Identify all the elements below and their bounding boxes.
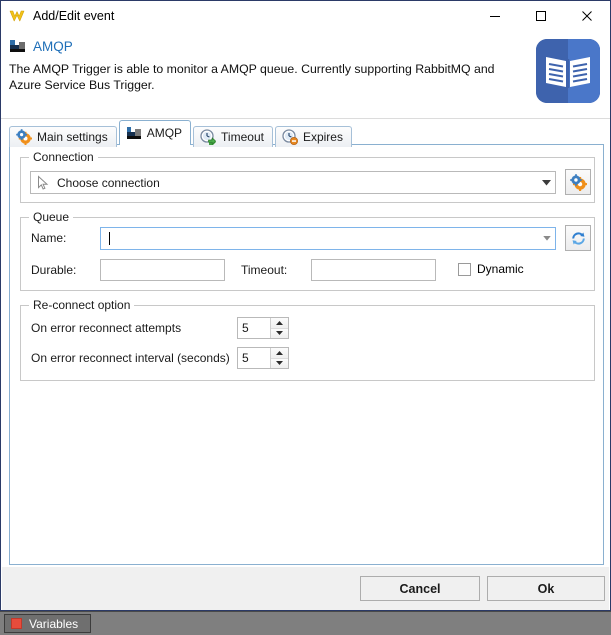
- app-logo-v-icon: [9, 10, 25, 22]
- tab-label: Timeout: [221, 130, 264, 144]
- queue-timeout-label: Timeout:: [241, 263, 288, 277]
- title-bar: Add/Edit event: [1, 1, 610, 31]
- clock-green-arrow-icon: [200, 129, 217, 145]
- close-button[interactable]: [564, 1, 610, 31]
- connection-settings-button[interactable]: [565, 169, 591, 195]
- amqp-bar-chart-icon: [126, 127, 141, 139]
- queue-dynamic-checkbox[interactable]: [458, 262, 471, 276]
- connection-combobox-value: Choose connection: [57, 175, 160, 190]
- reconnect-interval-label: On error reconnect interval (seconds): [31, 351, 230, 365]
- ok-button[interactable]: Ok: [487, 576, 605, 601]
- chevron-up-icon: [276, 350, 283, 355]
- spinner-buttons: [270, 348, 288, 368]
- spinner-up-button[interactable]: [271, 318, 288, 329]
- reconnect-interval-spinner[interactable]: 5: [237, 347, 289, 369]
- refresh-icon: [571, 231, 585, 245]
- tab-strip: Main settings AMQP Timeout Expires: [9, 120, 354, 147]
- spinner-down-button[interactable]: [271, 358, 288, 368]
- queue-name-combobox[interactable]: [100, 227, 556, 250]
- red-square-icon: [11, 618, 22, 629]
- dialog-window: Add/Edit event AMQP The AMQP Trigger is …: [0, 0, 611, 611]
- variables-button-label: Variables: [29, 616, 79, 631]
- spinner-down-button[interactable]: [271, 328, 288, 338]
- queue-dynamic-checkbox-row[interactable]: Dynamic: [458, 262, 524, 276]
- dialog-footer: Cancel Ok: [2, 567, 609, 610]
- reconnect-attempts-label: On error reconnect attempts: [31, 321, 182, 335]
- window-controls: [472, 1, 610, 31]
- close-icon: [582, 11, 592, 21]
- cancel-button[interactable]: Cancel: [360, 576, 480, 601]
- header-description: The AMQP Trigger is able to monitor a AM…: [9, 62, 495, 92]
- tab-timeout[interactable]: Timeout: [193, 126, 273, 147]
- chevron-down-icon[interactable]: [538, 172, 555, 193]
- reconnect-group: Re-connect option On error reconnect att…: [20, 298, 595, 381]
- chevron-up-icon: [276, 320, 283, 325]
- tab-label: Main settings: [37, 130, 108, 144]
- connection-group: Connection Choose connection: [20, 150, 595, 203]
- header-title-row: AMQP: [9, 39, 73, 54]
- window-title: Add/Edit event: [33, 9, 115, 23]
- reconnect-group-label: Re-connect option: [29, 298, 135, 312]
- chevron-down-icon: [276, 361, 283, 366]
- tab-content-panel: Connection Choose connection Queue Name:…: [9, 144, 604, 565]
- header-badge: [536, 39, 600, 103]
- connection-group-label: Connection: [29, 150, 98, 164]
- cursor-pointer-icon: [38, 174, 49, 190]
- tab-main-settings[interactable]: Main settings: [9, 126, 117, 147]
- status-bar: Variables: [0, 611, 611, 635]
- reconnect-attempts-value: 5: [242, 321, 249, 335]
- variables-button[interactable]: Variables: [4, 614, 92, 633]
- queue-refresh-button[interactable]: [565, 225, 591, 251]
- maximize-button[interactable]: [518, 1, 564, 31]
- reconnect-interval-value: 5: [242, 351, 249, 365]
- queue-durable-input[interactable]: [100, 259, 225, 281]
- tab-label: Expires: [302, 130, 343, 144]
- queue-group: Queue Name: Durable: Timeout: Dynamic: [20, 210, 595, 291]
- gear-icon: [569, 173, 587, 191]
- spinner-buttons: [270, 318, 288, 338]
- connection-combobox[interactable]: Choose connection: [30, 171, 556, 194]
- queue-timeout-input[interactable]: [311, 259, 436, 281]
- open-book-icon: [536, 39, 600, 103]
- queue-dynamic-label: Dynamic: [477, 262, 524, 276]
- header-band: AMQP The AMQP Trigger is able to monitor…: [1, 31, 610, 119]
- text-caret: [109, 232, 110, 245]
- queue-group-label: Queue: [29, 210, 74, 224]
- tab-amqp[interactable]: AMQP: [118, 120, 192, 145]
- header-title: AMQP: [33, 39, 73, 54]
- tab-label: AMQP: [146, 126, 183, 140]
- chevron-down-icon[interactable]: [538, 228, 555, 249]
- spinner-up-button[interactable]: [271, 348, 288, 359]
- clock-orange-badge-icon: [282, 129, 298, 145]
- chevron-down-icon: [276, 331, 283, 336]
- reconnect-attempts-spinner[interactable]: 5: [237, 317, 289, 339]
- queue-durable-label: Durable:: [31, 263, 77, 277]
- minimize-button[interactable]: [472, 1, 518, 31]
- amqp-bar-chart-icon: [9, 39, 26, 54]
- queue-name-label: Name:: [31, 231, 67, 245]
- gear-icon: [16, 129, 32, 145]
- minimize-icon: [490, 16, 500, 17]
- maximize-icon: [536, 11, 546, 21]
- tab-expires[interactable]: Expires: [274, 126, 352, 147]
